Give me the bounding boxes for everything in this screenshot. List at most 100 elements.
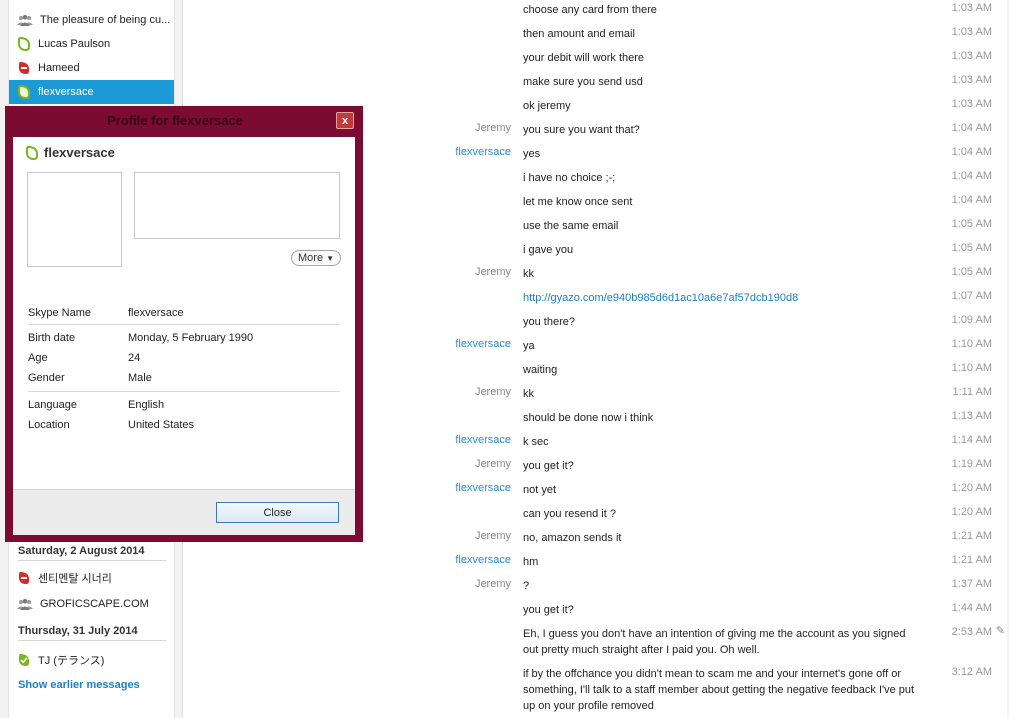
message-timestamp: 1:37 AM: [951, 578, 992, 590]
message-sender[interactable]: Jeremy: [475, 266, 511, 278]
message-timestamp: 1:05 AM: [951, 266, 992, 278]
recent-item-tj[interactable]: TJ (テランス): [9, 648, 174, 672]
recent-item-label: flexversace: [38, 86, 94, 98]
mood-message-box: [134, 172, 340, 239]
profile-dialog: Profile for flexversace x flexversace Mo…: [5, 106, 363, 542]
message-text: Eh, I guess you don't have an intention …: [523, 628, 906, 656]
date-header: Thursday, 31 July 2014: [18, 625, 166, 641]
message-timestamp: 1:19 AM: [951, 458, 992, 470]
field-value: English: [128, 399, 165, 411]
message-timestamp: 1:03 AM: [951, 50, 992, 62]
message-sender[interactable]: Jeremy: [475, 458, 511, 470]
message-text: i have no choice ;-;: [523, 172, 616, 184]
status-dnd-icon: [18, 572, 30, 584]
recent-item-lucas-paulson[interactable]: Lucas Paulson: [9, 32, 174, 56]
field-key: Location: [28, 419, 70, 431]
message-text: use the same email: [523, 220, 619, 232]
message-sender[interactable]: flexversace: [455, 146, 511, 158]
message-timestamp: 1:09 AM: [951, 314, 992, 326]
field-key: Skype Name: [28, 307, 91, 319]
message-text: you get it?: [523, 460, 574, 472]
recent-item-label: GROFICSCAPE.COM: [40, 598, 149, 610]
message-timestamp: 1:21 AM: [951, 554, 992, 566]
field-location: Location United States: [28, 419, 340, 435]
avatar: [27, 172, 122, 267]
message-text: let me know once sent: [523, 196, 633, 208]
profile-name: flexversace: [25, 145, 115, 160]
edited-icon: ✎: [995, 625, 1005, 637]
message-sender[interactable]: Jeremy: [475, 578, 511, 590]
message-sender[interactable]: flexversace: [455, 554, 511, 566]
profile-name-text: flexversace: [44, 145, 115, 160]
field-birth-date: Birth date Monday, 5 February 1990: [28, 332, 340, 348]
message-sender[interactable]: flexversace: [455, 338, 511, 350]
recent-item-groficscape[interactable]: GROFICSCAPE.COM: [9, 592, 174, 616]
message-sender[interactable]: Jeremy: [475, 530, 511, 542]
message-timestamp: 1:04 AM: [951, 194, 992, 206]
field-age: Age 24: [28, 352, 340, 368]
more-button[interactable]: More ▼: [291, 250, 341, 266]
message-timestamp: 1:44 AM: [951, 602, 992, 614]
status-online-icon: [17, 37, 31, 51]
status-dnd-icon: [18, 62, 30, 74]
message-timestamp: 1:10 AM: [951, 338, 992, 350]
recent-item-label: Hameed: [38, 62, 80, 74]
divider: [28, 324, 340, 325]
more-button-label: More: [298, 252, 324, 264]
status-online-icon: [25, 145, 39, 160]
message-text: not yet: [523, 484, 557, 496]
message-sender[interactable]: flexversace: [455, 434, 511, 446]
message-timestamp: 1:03 AM: [951, 74, 992, 86]
group-icon: [17, 14, 33, 26]
show-earlier-messages-link[interactable]: Show earlier messages: [18, 679, 140, 691]
message-timestamp: 1:05 AM: [951, 242, 992, 254]
message-text: ya: [523, 340, 535, 352]
message-timestamp: 1:11 AM: [952, 386, 992, 398]
dialog-close-icon[interactable]: x: [336, 112, 354, 129]
recent-item-label: 센티멘탈 시너리: [38, 573, 112, 585]
message-text: you sure you want that?: [523, 124, 640, 136]
message-text: make sure you send usd: [523, 76, 643, 88]
message-sender[interactable]: Jeremy: [475, 386, 511, 398]
message-text: your debit will work there: [523, 52, 645, 64]
field-value: Monday, 5 February 1990: [128, 332, 254, 344]
field-language: Language English: [28, 399, 340, 415]
recent-item-hameed[interactable]: Hameed: [9, 56, 174, 80]
message-timestamp: 1:21 AM: [951, 530, 992, 542]
message-text: i gave you: [523, 244, 574, 256]
message-text: http://gyazo.com/e940b985d6d1ac10a6e7af5…: [523, 290, 923, 306]
message-text: yes: [523, 148, 541, 160]
recent-item-group-chat[interactable]: The pleasure of being cu...: [9, 8, 174, 32]
message-text: no, amazon sends it: [523, 532, 622, 544]
close-button[interactable]: Close: [216, 502, 339, 523]
message-text: kk: [523, 268, 534, 280]
message-sender[interactable]: Jeremy: [475, 122, 511, 134]
message-timestamp: 1:04 AM: [951, 146, 992, 158]
message-timestamp: 1:04 AM: [951, 170, 992, 182]
message-timestamp: 3:12 AM: [951, 666, 992, 678]
message-timestamp: 1:03 AM: [951, 2, 992, 14]
recent-item-flexversace[interactable]: flexversace: [9, 80, 174, 104]
message-timestamp: 1:03 AM: [951, 98, 992, 110]
message-text: can you resend it ?: [523, 508, 616, 520]
field-gender: Gender Male: [28, 372, 340, 388]
message-text: kk: [523, 388, 534, 400]
field-key: Gender: [28, 372, 65, 384]
message-text: ok jeremy: [523, 100, 571, 112]
recent-item-sentimental-scenery[interactable]: 센티멘탈 시너리: [9, 566, 174, 590]
message-sender[interactable]: flexversace: [455, 482, 511, 494]
message-text: waiting: [523, 364, 558, 376]
recent-item-label: The pleasure of being cu...: [40, 14, 171, 26]
group-icon: [17, 598, 33, 610]
message-text: if by the offchance you didn't mean to s…: [523, 668, 915, 712]
message-link[interactable]: http://gyazo.com/e940b985d6d1ac10a6e7af5…: [523, 292, 798, 304]
status-online-check-icon: [18, 654, 30, 666]
message-timestamp: 1:04 AM: [951, 122, 992, 134]
message-timestamp: 1:03 AM: [951, 26, 992, 38]
divider: [28, 391, 340, 392]
message-text: you there?: [523, 316, 575, 328]
dialog-title: Profile for flexversace: [107, 113, 243, 128]
message-text: ?: [523, 580, 530, 592]
field-skype-name: Skype Name flexversace: [28, 307, 340, 323]
message-timestamp: 1:07 AM: [951, 290, 992, 302]
